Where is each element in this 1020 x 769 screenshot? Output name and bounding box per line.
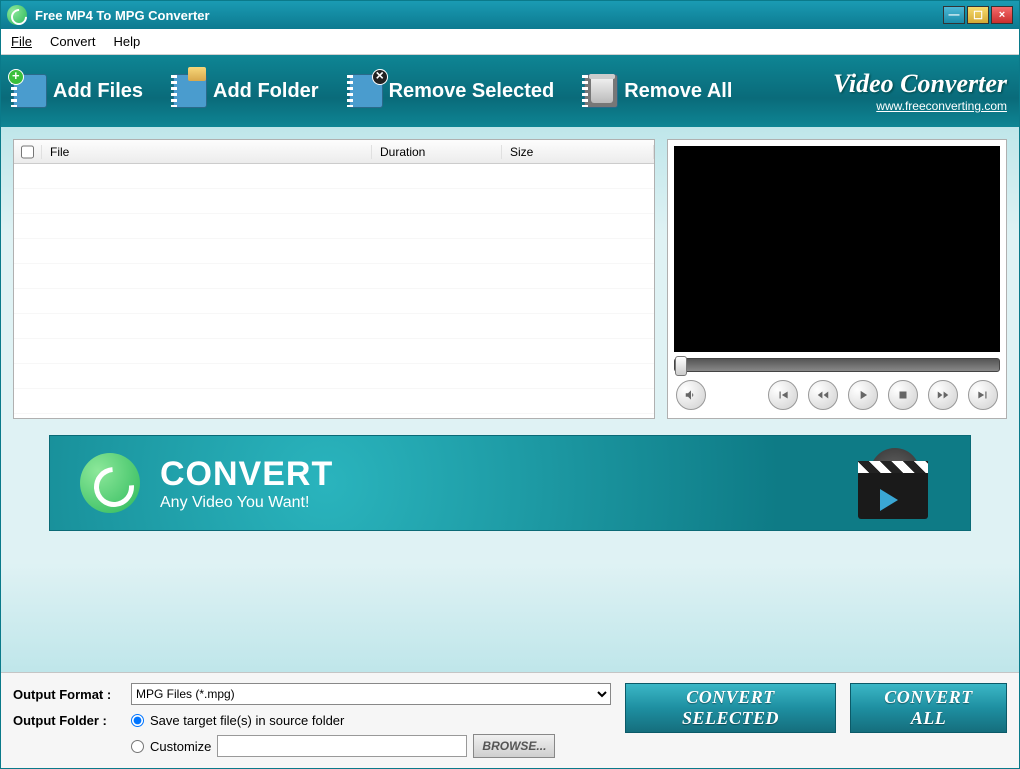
app-window: Free MP4 To MPG Converter — ☐ × File Con… bbox=[0, 0, 1020, 769]
brand-block: Video Converter www.freeconverting.com bbox=[833, 69, 1007, 113]
seek-thumb[interactable] bbox=[675, 356, 687, 376]
browse-button[interactable]: BROWSE... bbox=[473, 734, 555, 758]
add-file-icon bbox=[13, 74, 47, 108]
radio-customize[interactable]: Customize bbox=[131, 739, 211, 754]
play-button[interactable] bbox=[848, 380, 878, 410]
convert-banner-text: CONVERT Any Video You Want! bbox=[160, 455, 333, 512]
select-all-checkbox[interactable] bbox=[21, 145, 34, 159]
remove-selected-label: Remove Selected bbox=[389, 80, 555, 103]
maximize-button[interactable]: ☐ bbox=[967, 6, 989, 24]
convert-all-button[interactable]: CONVERT ALL bbox=[850, 683, 1007, 733]
convert-banner[interactable]: CONVERT Any Video You Want! bbox=[49, 435, 971, 531]
output-format-select[interactable]: MPG Files (*.mpg) bbox=[131, 683, 611, 705]
brand-link[interactable]: www.freeconverting.com bbox=[876, 99, 1007, 113]
fastforward-button[interactable] bbox=[928, 380, 958, 410]
add-files-label: Add Files bbox=[53, 80, 143, 103]
prev-button[interactable] bbox=[768, 380, 798, 410]
toolbar: Add Files Add Folder Remove Selected Rem… bbox=[1, 55, 1019, 127]
menu-file[interactable]: File bbox=[11, 34, 32, 49]
output-folder-radio-group: Save target file(s) in source folder Cus… bbox=[131, 713, 555, 758]
menu-help[interactable]: Help bbox=[113, 34, 140, 49]
file-list-header: File Duration Size bbox=[14, 140, 654, 164]
convert-selected-button[interactable]: CONVERT SELECTED bbox=[625, 683, 836, 733]
file-list: File Duration Size bbox=[13, 139, 655, 419]
seek-bar[interactable] bbox=[674, 358, 1000, 372]
output-folder-label: Output Folder : bbox=[13, 713, 123, 728]
next-button[interactable] bbox=[968, 380, 998, 410]
titlebar: Free MP4 To MPG Converter — ☐ × bbox=[1, 1, 1019, 29]
stop-button[interactable] bbox=[888, 380, 918, 410]
add-folder-button[interactable]: Add Folder bbox=[173, 74, 319, 108]
content-area: File Duration Size bbox=[1, 127, 1019, 672]
output-format-label: Output Format : bbox=[13, 687, 123, 702]
rewind-button[interactable] bbox=[808, 380, 838, 410]
output-folder-row: Output Folder : Save target file(s) in s… bbox=[13, 713, 611, 758]
player-controls bbox=[674, 378, 1000, 412]
bottom-bar: Output Format : MPG Files (*.mpg) Output… bbox=[1, 672, 1019, 768]
radio-save-source-input[interactable] bbox=[131, 714, 144, 727]
radio-customize-input[interactable] bbox=[131, 740, 144, 753]
remove-all-button[interactable]: Remove All bbox=[584, 74, 732, 108]
brand-title: Video Converter bbox=[833, 69, 1007, 99]
close-button[interactable]: × bbox=[991, 6, 1013, 24]
add-folder-label: Add Folder bbox=[213, 80, 319, 103]
banner-line1: CONVERT bbox=[160, 455, 333, 494]
output-settings: Output Format : MPG Files (*.mpg) Output… bbox=[13, 683, 611, 758]
convert-banner-icon bbox=[80, 453, 140, 513]
remove-selected-icon bbox=[349, 74, 383, 108]
main-row: File Duration Size bbox=[13, 139, 1007, 419]
radio-save-source-label: Save target file(s) in source folder bbox=[150, 713, 344, 728]
volume-button[interactable] bbox=[676, 380, 706, 410]
add-files-button[interactable]: Add Files bbox=[13, 74, 143, 108]
col-duration[interactable]: Duration bbox=[372, 145, 502, 159]
custom-path-input[interactable] bbox=[217, 735, 467, 757]
window-title: Free MP4 To MPG Converter bbox=[35, 8, 210, 23]
radio-save-source[interactable]: Save target file(s) in source folder bbox=[131, 713, 555, 728]
col-size[interactable]: Size bbox=[502, 145, 654, 159]
minimize-button[interactable]: — bbox=[943, 6, 965, 24]
radio-customize-label: Customize bbox=[150, 739, 211, 754]
col-file[interactable]: File bbox=[42, 145, 372, 159]
output-format-row: Output Format : MPG Files (*.mpg) bbox=[13, 683, 611, 705]
file-list-body bbox=[14, 164, 654, 418]
add-folder-icon bbox=[173, 74, 207, 108]
menu-convert[interactable]: Convert bbox=[50, 34, 96, 49]
remove-all-icon bbox=[584, 74, 618, 108]
preview-panel bbox=[667, 139, 1007, 419]
remove-selected-button[interactable]: Remove Selected bbox=[349, 74, 555, 108]
video-preview bbox=[674, 146, 1000, 352]
remove-all-label: Remove All bbox=[624, 80, 732, 103]
banner-art bbox=[850, 443, 940, 523]
menubar: File Convert Help bbox=[1, 29, 1019, 55]
select-all-cell bbox=[14, 145, 42, 159]
app-icon bbox=[7, 5, 27, 25]
banner-line2: Any Video You Want! bbox=[160, 494, 333, 512]
